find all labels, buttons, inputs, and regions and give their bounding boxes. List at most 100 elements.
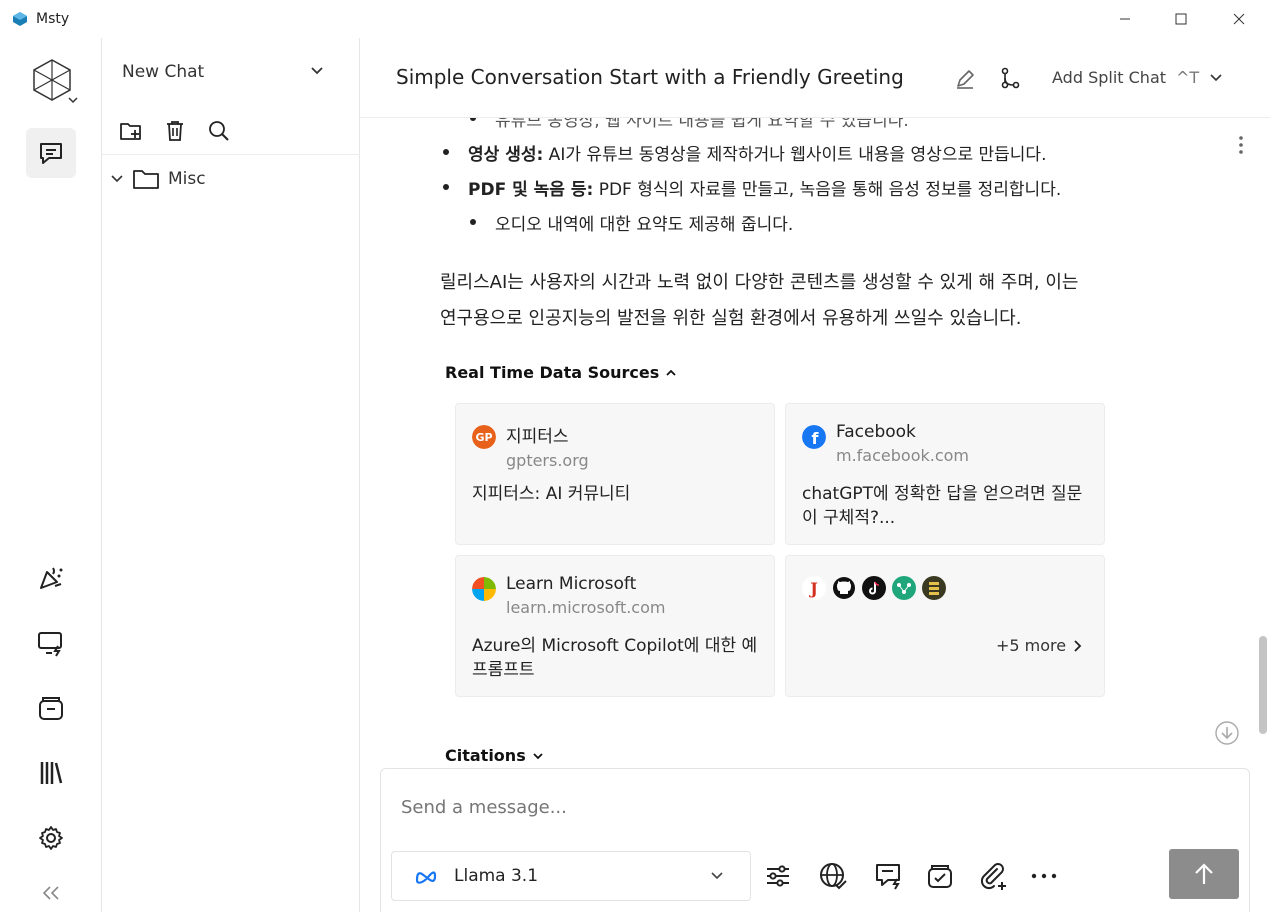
card-title: 지피터스: [506, 427, 569, 447]
split-chat-shortcut: ^T: [1176, 68, 1200, 87]
scroll-to-bottom-icon[interactable]: [1214, 720, 1240, 746]
svg-text:f: f: [812, 429, 820, 448]
party-popper-icon: [40, 567, 63, 589]
close-button[interactable]: [1210, 0, 1268, 38]
message-input[interactable]: [401, 797, 1161, 818]
conversation-sidebar: New Chat Misc: [102, 38, 360, 912]
quick-prompts-button[interactable]: [871, 859, 905, 893]
knowledge-stack-button[interactable]: [923, 859, 957, 893]
card-snippet: Azure의 Microsoft Copilot에 대한 예 프롬프트: [472, 636, 758, 680]
left-rail: [0, 38, 102, 912]
parameters-button[interactable]: [761, 859, 795, 893]
sidebar-toolbar: [116, 118, 234, 144]
list-item: 영상 생성: AI가 유튜브 동영상을 제작하거나 웹사이트 내용을 영상으로 …: [442, 140, 1047, 165]
chat-title: Simple Conversation Start with a Friendl…: [396, 65, 904, 89]
message-content: 유튜브 동영상, 웹 사이트 내용을 쉽게 요약할 수 있습니다. 영상 생성:…: [360, 118, 1270, 768]
chat-icon: [40, 143, 62, 164]
card-snippet: 지피터스: AI 커뮤니티: [472, 484, 631, 504]
double-chevron-left-icon: [42, 886, 59, 900]
maximize-button[interactable]: [1152, 0, 1210, 38]
web-search-button[interactable]: [816, 859, 850, 893]
chevron-down-icon: [711, 872, 723, 880]
more-options-button[interactable]: [1027, 859, 1061, 893]
trash-icon: [167, 121, 183, 141]
monitor-bolt-icon: [38, 632, 62, 657]
search-icon: [209, 121, 229, 141]
library-icon: [40, 762, 63, 784]
card-header: Learn Microsoft learn.microsoft.com: [472, 574, 665, 617]
new-chat-label[interactable]: New Chat: [122, 62, 204, 82]
tiktok-icon: [862, 576, 886, 600]
chevron-up-icon: [666, 369, 676, 376]
chevron-down-icon[interactable]: [110, 172, 124, 186]
bullet-bold: 영상 생성:: [468, 145, 544, 165]
chevron-right-icon: [1074, 639, 1082, 652]
collapse-sidebar-button[interactable]: [26, 868, 76, 912]
scrollbar-thumb[interactable]: [1259, 636, 1267, 734]
more-sources-link[interactable]: +5 more: [996, 636, 1082, 655]
close-icon: [1233, 13, 1245, 25]
sources-heading: Real Time Data Sources: [445, 363, 660, 382]
split-chat-label: Add Split Chat: [1052, 68, 1167, 87]
folder-icon: [133, 170, 159, 189]
model-selector[interactable]: Llama 3.1: [391, 851, 751, 901]
paperclip-plus-icon: [980, 863, 1006, 890]
maximize-icon: [1175, 13, 1187, 25]
github-icon: [833, 577, 855, 599]
sidebar-folder-misc[interactable]: Misc: [110, 164, 206, 194]
add-split-chat-button[interactable]: Add Split Chat ^T: [1052, 68, 1223, 87]
source-card-gpters[interactable]: GP 지피터스 gpters.org 지피터스: AI 커뮤니티: [455, 403, 775, 545]
sidebar-divider: [102, 154, 360, 155]
folder-plus-icon: [120, 123, 141, 140]
more-vertical-icon[interactable]: [1236, 134, 1246, 156]
card-domain: learn.microsoft.com: [506, 598, 666, 617]
rail-chat-button[interactable]: [26, 128, 76, 178]
branch-icon[interactable]: [998, 66, 1022, 90]
rail-knowledge-button[interactable]: [26, 683, 76, 733]
edit-icon[interactable]: [954, 68, 976, 90]
chevron-down-icon[interactable]: [68, 96, 78, 104]
card-title: Facebook: [836, 422, 916, 442]
arrow-up-icon: [1195, 863, 1213, 884]
bullet-bold: PDF 및 녹음 등:: [468, 180, 594, 200]
paragraph-line: 연구용으로 인공지능의 발전을 위한 실험 환경에서 유용하게 쓰일수 있습니다…: [440, 308, 1022, 329]
more-favicons: J: [802, 576, 946, 600]
chevron-down-icon[interactable]: [310, 64, 324, 78]
rail-library-button[interactable]: [26, 748, 76, 798]
citations-toggle[interactable]: Citations: [445, 746, 544, 765]
card-domain: gpters.org: [506, 451, 589, 470]
citations-heading: Citations: [445, 746, 526, 765]
globe-check-icon: [820, 863, 847, 890]
real-time-data-sources-toggle[interactable]: Real Time Data Sources: [445, 363, 677, 382]
graph-icon: [892, 576, 916, 600]
model-name: Llama 3.1: [454, 866, 539, 886]
meta-logo-icon: [415, 871, 437, 884]
message-composer: Llama 3.1: [380, 768, 1250, 912]
minimize-icon: [1120, 18, 1130, 20]
chat-header: Simple Conversation Start with a Friendl…: [360, 38, 1270, 118]
sliders-icon: [767, 865, 789, 887]
rail-prompts-button[interactable]: [26, 553, 76, 603]
new-folder-button[interactable]: [116, 118, 146, 144]
search-button[interactable]: [204, 118, 234, 144]
send-button[interactable]: [1169, 849, 1239, 899]
archive-icon: [39, 697, 63, 720]
minimize-button[interactable]: [1096, 0, 1154, 38]
rail-remote-button[interactable]: [26, 618, 76, 668]
rail-settings-button[interactable]: [26, 813, 76, 863]
source-card-microsoft[interactable]: Learn Microsoft learn.microsoft.com Azur…: [455, 555, 775, 697]
bullet-text: AI가 유튜브 동영상을 제작하거나 웹사이트 내용을 영상으로 만듭니다.: [543, 145, 1047, 165]
list-item: PDF 및 녹음 등: PDF 형식의 자료를 만들고, 녹음을 통해 음성 정…: [442, 175, 1061, 200]
stack-icon: [922, 576, 946, 600]
source-card-more[interactable]: J +5 more: [785, 555, 1105, 697]
card-title: Learn Microsoft: [506, 574, 637, 594]
card-snippet: chatGPT에 정확한 답을 얻으려면 질문이 구체적?...: [802, 484, 1083, 528]
attach-button[interactable]: [975, 859, 1009, 893]
delete-button[interactable]: [160, 118, 190, 144]
svg-text:GP: GP: [475, 431, 492, 444]
title-bar: Msty: [0, 0, 1270, 38]
source-card-facebook[interactable]: f Facebook m.facebook.com chatGPT에 정확한 답…: [785, 403, 1105, 545]
j-icon: J: [802, 576, 826, 600]
card-header: f Facebook m.facebook.com: [802, 422, 969, 465]
window-title: Msty: [36, 11, 70, 27]
